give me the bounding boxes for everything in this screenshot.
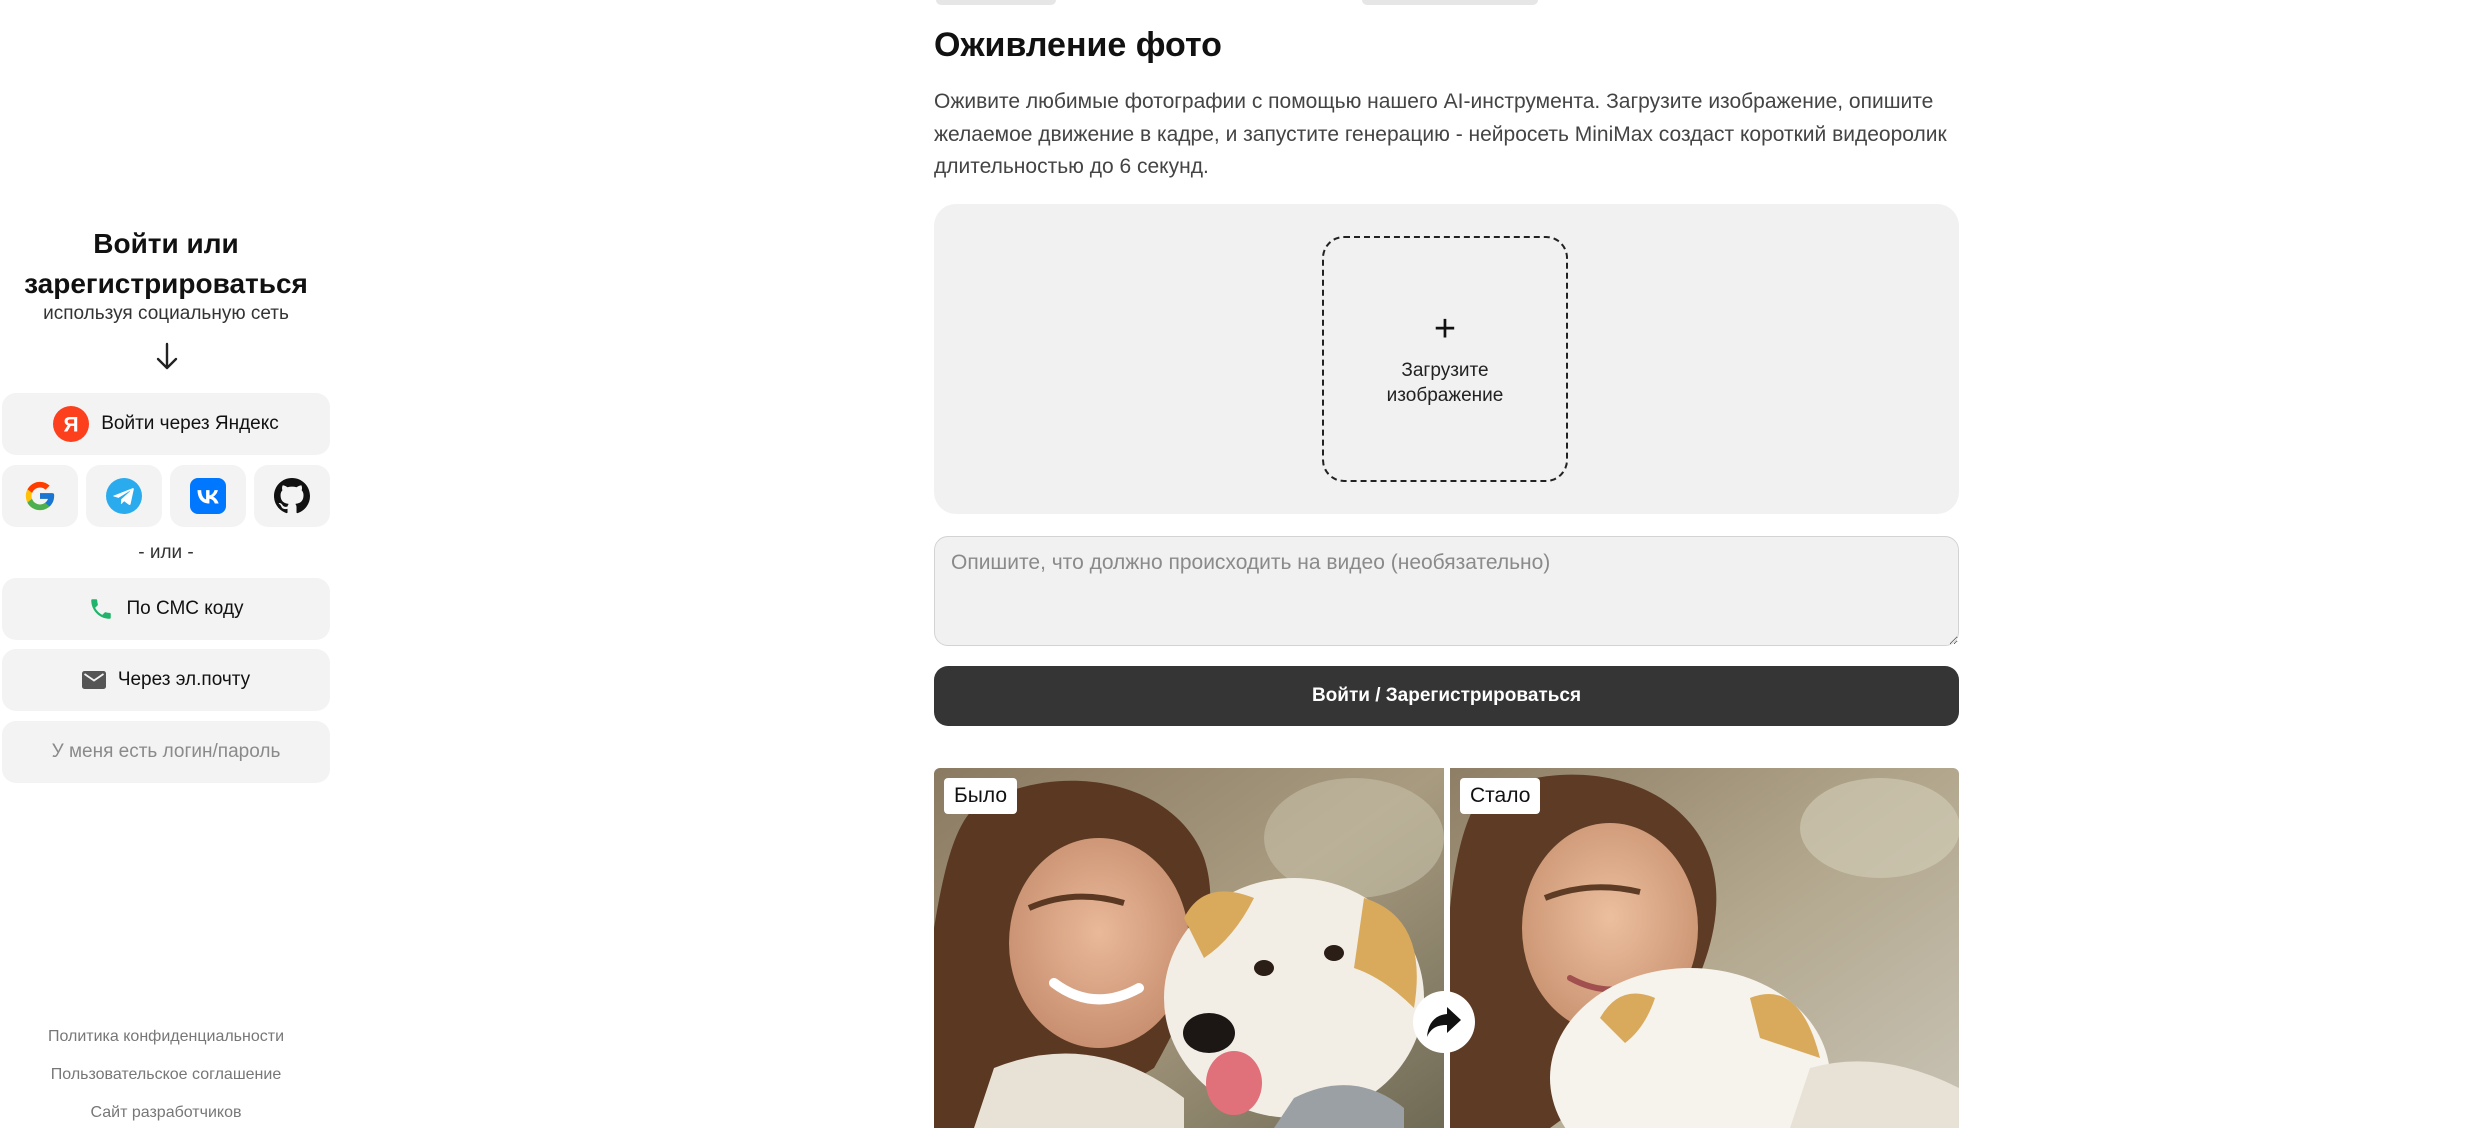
login-register-button[interactable]: Войти / Зарегистрироваться bbox=[934, 666, 1959, 726]
footer-links: Политика конфиденциальности Пользователь… bbox=[0, 1025, 332, 1139]
share-arrow-icon bbox=[1413, 991, 1475, 1053]
motion-prompt-input[interactable] bbox=[934, 536, 1959, 646]
after-photo bbox=[1450, 768, 1959, 1128]
sms-login-button[interactable]: По СМС коду bbox=[2, 578, 330, 640]
upload-area: + Загрузите изображение bbox=[934, 204, 1959, 514]
plus-icon: + bbox=[1433, 308, 1457, 350]
page-title: Оживление фото bbox=[934, 26, 1222, 64]
github-icon bbox=[274, 478, 310, 514]
before-photo bbox=[934, 768, 1444, 1128]
yandex-login-label: Войти через Яндекс bbox=[101, 413, 279, 434]
tab-remnant-left bbox=[936, 0, 1056, 5]
or-divider: - или - bbox=[138, 542, 194, 563]
phone-icon bbox=[88, 596, 114, 622]
password-login-button[interactable]: У меня есть логин/пароль bbox=[2, 721, 330, 783]
vk-login-button[interactable] bbox=[170, 465, 246, 527]
developer-site-link[interactable]: Сайт разработчиков bbox=[0, 1101, 332, 1139]
yandex-letter: Я bbox=[64, 414, 79, 437]
social-login-row bbox=[2, 465, 330, 527]
auth-sidebar: Войти или зарегистрироваться используя с… bbox=[0, 0, 332, 1128]
vk-icon bbox=[190, 478, 226, 514]
after-label: Стало bbox=[1460, 778, 1541, 814]
auth-title: Войти или зарегистрироваться bbox=[24, 228, 308, 299]
google-login-button[interactable] bbox=[2, 465, 78, 527]
telegram-login-button[interactable] bbox=[86, 465, 162, 527]
yandex-login-button[interactable]: Я Войти через Яндекс bbox=[2, 393, 330, 455]
envelope-icon bbox=[81, 670, 106, 690]
auth-subtitle: используя социальную сеть bbox=[43, 303, 289, 324]
email-login-button[interactable]: Через эл.почту bbox=[2, 649, 330, 711]
yandex-icon: Я bbox=[53, 406, 90, 442]
upload-label: Загрузите изображение bbox=[1386, 360, 1504, 406]
before-label: Было bbox=[944, 778, 1018, 814]
sms-login-label: По СМС коду bbox=[126, 598, 244, 619]
privacy-policy-link[interactable]: Политика конфиденциальности bbox=[0, 1025, 332, 1063]
telegram-icon bbox=[106, 478, 142, 514]
before-after-comparison: Было Стало bbox=[934, 768, 1959, 1128]
page-description: Оживите любимые фотографии с помощью наш… bbox=[934, 90, 1947, 178]
google-icon bbox=[25, 481, 55, 511]
email-login-label: Через эл.почту bbox=[117, 669, 251, 690]
arrow-down-icon bbox=[156, 342, 178, 370]
github-login-button[interactable] bbox=[254, 465, 330, 527]
tab-remnant-right bbox=[1362, 0, 1538, 5]
upload-dropzone[interactable]: + Загрузите изображение bbox=[1322, 236, 1568, 482]
terms-link[interactable]: Пользовательское соглашение bbox=[0, 1063, 332, 1101]
